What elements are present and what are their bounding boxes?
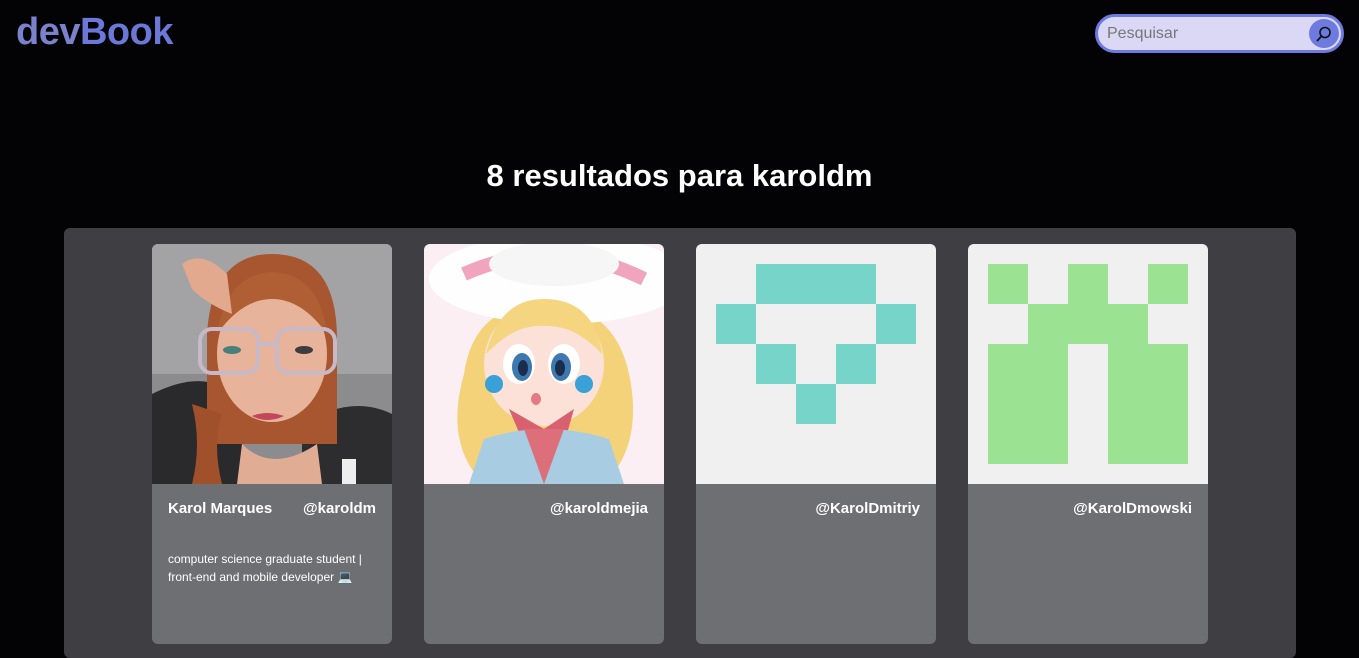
user-avatar-identicon bbox=[696, 244, 936, 484]
search-bar bbox=[1095, 14, 1344, 53]
results-panel: Karol Marques @karoldm computer science … bbox=[64, 228, 1296, 658]
user-handle: @karoldmejia bbox=[550, 500, 648, 517]
user-meta: @KarolDmitriy bbox=[712, 500, 920, 517]
logo-book-text: Book bbox=[79, 11, 174, 53]
user-avatar-photo bbox=[152, 244, 392, 484]
search-icon bbox=[1316, 26, 1331, 41]
user-avatar-cartoon bbox=[424, 244, 664, 484]
user-handle: @KarolDmowski bbox=[1073, 500, 1192, 517]
logo-dev-text: dev bbox=[16, 11, 80, 53]
user-card[interactable]: @karoldmejia bbox=[424, 244, 664, 644]
user-meta: @karoldmejia bbox=[440, 500, 648, 517]
user-handle: @KarolDmitriy bbox=[815, 500, 920, 517]
user-bio: computer science graduate student | fron… bbox=[168, 552, 362, 584]
user-meta: Karol Marques @karoldm bbox=[168, 500, 376, 517]
user-card[interactable]: Karol Marques @karoldm computer science … bbox=[152, 244, 392, 644]
user-meta: @KarolDmowski bbox=[984, 500, 1192, 517]
user-card[interactable]: @KarolDmowski bbox=[968, 244, 1208, 644]
results-title: 8 resultados para karoldm bbox=[486, 158, 873, 193]
user-card[interactable]: @KarolDmitriy bbox=[696, 244, 936, 644]
user-name: Karol Marques bbox=[168, 500, 273, 517]
user-avatar-identicon bbox=[968, 244, 1208, 484]
logo[interactable]: devBook bbox=[16, 10, 173, 54]
search-input[interactable] bbox=[1098, 17, 1308, 50]
search-button[interactable] bbox=[1309, 19, 1339, 48]
user-handle: @karoldm bbox=[303, 500, 376, 517]
